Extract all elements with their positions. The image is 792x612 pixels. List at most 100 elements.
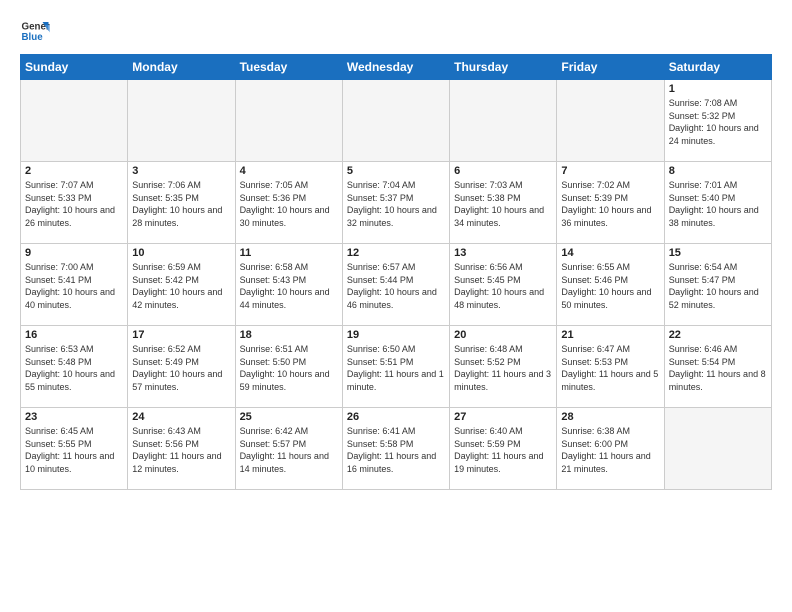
day-number: 10 <box>132 247 230 259</box>
day-number: 22 <box>669 329 767 341</box>
day-info: Sunrise: 6:47 AMSunset: 5:53 PMDaylight:… <box>561 343 659 393</box>
day-number: 25 <box>240 411 338 423</box>
calendar-cell <box>342 80 449 162</box>
day-number: 16 <box>25 329 123 341</box>
day-number: 1 <box>669 83 767 95</box>
logo: General Blue <box>20 16 50 46</box>
calendar-cell: 15 Sunrise: 6:54 AMSunset: 5:47 PMDayligh… <box>664 244 771 326</box>
calendar-cell: 24 Sunrise: 6:43 AMSunset: 5:56 PMDayligh… <box>128 408 235 490</box>
day-info: Sunrise: 6:42 AMSunset: 5:57 PMDaylight:… <box>240 425 338 475</box>
day-info: Sunrise: 6:55 AMSunset: 5:46 PMDaylight:… <box>561 261 659 311</box>
day-number: 12 <box>347 247 445 259</box>
calendar-week-4: 23Sunrise: 6:45 AMSunset: 5:55 PMDayligh… <box>21 408 772 490</box>
svg-text:Blue: Blue <box>22 32 44 43</box>
day-info: Sunrise: 6:41 AMSunset: 5:58 PMDaylight:… <box>347 425 445 475</box>
day-info: Sunrise: 6:50 AMSunset: 5:51 PMDaylight:… <box>347 343 445 393</box>
calendar-cell: 8 Sunrise: 7:01 AMSunset: 5:40 PMDaylight… <box>664 162 771 244</box>
day-info: Sunrise: 7:06 AMSunset: 5:35 PMDaylight:… <box>132 179 230 229</box>
day-number: 6 <box>454 165 552 177</box>
day-info: Sunrise: 6:56 AMSunset: 5:45 PMDaylight:… <box>454 261 552 311</box>
day-number: 19 <box>347 329 445 341</box>
day-info: Sunrise: 6:46 AMSunset: 5:54 PMDaylight:… <box>669 343 767 393</box>
calendar-week-0: 1 Sunrise: 7:08 AMSunset: 5:32 PMDaylight… <box>21 80 772 162</box>
calendar-week-2: 9Sunrise: 7:00 AMSunset: 5:41 PMDaylight… <box>21 244 772 326</box>
calendar-cell: 4 Sunrise: 7:05 AMSunset: 5:36 PMDaylight… <box>235 162 342 244</box>
day-number: 24 <box>132 411 230 423</box>
day-info: Sunrise: 6:59 AMSunset: 5:42 PMDaylight:… <box>132 261 230 311</box>
calendar-cell: 18 Sunrise: 6:51 AMSunset: 5:50 PMDayligh… <box>235 326 342 408</box>
calendar-cell: 21 Sunrise: 6:47 AMSunset: 5:53 PMDayligh… <box>557 326 664 408</box>
calendar-cell: 28 Sunrise: 6:38 AMSunset: 6:00 PMDayligh… <box>557 408 664 490</box>
day-info: Sunrise: 7:04 AMSunset: 5:37 PMDaylight:… <box>347 179 445 229</box>
day-number: 7 <box>561 165 659 177</box>
day-number: 8 <box>669 165 767 177</box>
logo-icon: General Blue <box>20 16 50 46</box>
day-info: Sunrise: 6:51 AMSunset: 5:50 PMDaylight:… <box>240 343 338 393</box>
day-info: Sunrise: 6:48 AMSunset: 5:52 PMDaylight:… <box>454 343 552 393</box>
calendar-cell: 27 Sunrise: 6:40 AMSunset: 5:59 PMDayligh… <box>450 408 557 490</box>
column-header-sunday: Sunday <box>21 55 128 80</box>
day-number: 26 <box>347 411 445 423</box>
column-header-saturday: Saturday <box>664 55 771 80</box>
day-number: 18 <box>240 329 338 341</box>
day-number: 17 <box>132 329 230 341</box>
day-number: 3 <box>132 165 230 177</box>
calendar-week-3: 16 Sunrise: 6:53 AMSunset: 5:48 PMDayligh… <box>21 326 772 408</box>
day-number: 28 <box>561 411 659 423</box>
day-info: Sunrise: 6:43 AMSunset: 5:56 PMDaylight:… <box>132 425 230 475</box>
calendar-cell <box>128 80 235 162</box>
calendar-cell: 6 Sunrise: 7:03 AMSunset: 5:38 PMDaylight… <box>450 162 557 244</box>
day-number: 5 <box>347 165 445 177</box>
day-info: Sunrise: 7:05 AMSunset: 5:36 PMDaylight:… <box>240 179 338 229</box>
column-header-thursday: Thursday <box>450 55 557 80</box>
calendar-cell: 11 Sunrise: 6:58 AMSunset: 5:43 PMDayligh… <box>235 244 342 326</box>
day-number: 4 <box>240 165 338 177</box>
day-number: 13 <box>454 247 552 259</box>
calendar-cell: 26 Sunrise: 6:41 AMSunset: 5:58 PMDayligh… <box>342 408 449 490</box>
calendar-cell <box>235 80 342 162</box>
calendar-cell <box>450 80 557 162</box>
day-number: 20 <box>454 329 552 341</box>
calendar-cell: 3 Sunrise: 7:06 AMSunset: 5:35 PMDaylight… <box>128 162 235 244</box>
day-info: Sunrise: 6:38 AMSunset: 6:00 PMDaylight:… <box>561 425 659 475</box>
calendar-cell: 25 Sunrise: 6:42 AMSunset: 5:57 PMDayligh… <box>235 408 342 490</box>
header: General Blue <box>20 16 772 46</box>
calendar-cell: 16 Sunrise: 6:53 AMSunset: 5:48 PMDayligh… <box>21 326 128 408</box>
day-info: Sunrise: 6:53 AMSunset: 5:48 PMDaylight:… <box>25 343 123 393</box>
calendar: SundayMondayTuesdayWednesdayThursdayFrid… <box>20 54 772 490</box>
column-header-monday: Monday <box>128 55 235 80</box>
day-number: 14 <box>561 247 659 259</box>
calendar-cell <box>21 80 128 162</box>
day-number: 11 <box>240 247 338 259</box>
day-info: Sunrise: 6:40 AMSunset: 5:59 PMDaylight:… <box>454 425 552 475</box>
column-header-friday: Friday <box>557 55 664 80</box>
day-info: Sunrise: 7:03 AMSunset: 5:38 PMDaylight:… <box>454 179 552 229</box>
calendar-cell: 22 Sunrise: 6:46 AMSunset: 5:54 PMDayligh… <box>664 326 771 408</box>
calendar-cell <box>557 80 664 162</box>
day-number: 2 <box>25 165 123 177</box>
day-info: Sunrise: 6:58 AMSunset: 5:43 PMDaylight:… <box>240 261 338 311</box>
calendar-cell: 2 Sunrise: 7:07 AMSunset: 5:33 PMDaylight… <box>21 162 128 244</box>
day-number: 27 <box>454 411 552 423</box>
calendar-cell <box>664 408 771 490</box>
day-info: Sunrise: 7:07 AMSunset: 5:33 PMDaylight:… <box>25 179 123 229</box>
calendar-cell: 13 Sunrise: 6:56 AMSunset: 5:45 PMDayligh… <box>450 244 557 326</box>
day-info: Sunrise: 6:54 AMSunset: 5:47 PMDaylight:… <box>669 261 767 311</box>
day-info: Sunrise: 7:00 AMSunset: 5:41 PMDaylight:… <box>25 261 123 311</box>
day-info: Sunrise: 6:52 AMSunset: 5:49 PMDaylight:… <box>132 343 230 393</box>
calendar-header-row: SundayMondayTuesdayWednesdayThursdayFrid… <box>21 55 772 80</box>
calendar-cell: 17 Sunrise: 6:52 AMSunset: 5:49 PMDayligh… <box>128 326 235 408</box>
calendar-cell: 5 Sunrise: 7:04 AMSunset: 5:37 PMDaylight… <box>342 162 449 244</box>
calendar-cell: 7Sunrise: 7:02 AMSunset: 5:39 PMDaylight… <box>557 162 664 244</box>
day-info: Sunrise: 6:57 AMSunset: 5:44 PMDaylight:… <box>347 261 445 311</box>
calendar-cell: 19 Sunrise: 6:50 AMSunset: 5:51 PMDayligh… <box>342 326 449 408</box>
day-number: 15 <box>669 247 767 259</box>
day-info: Sunrise: 7:08 AMSunset: 5:32 PMDaylight:… <box>669 97 767 147</box>
page: General Blue SundayMondayTuesdayWednesda… <box>0 0 792 612</box>
day-number: 21 <box>561 329 659 341</box>
column-header-tuesday: Tuesday <box>235 55 342 80</box>
calendar-cell: 23Sunrise: 6:45 AMSunset: 5:55 PMDayligh… <box>21 408 128 490</box>
calendar-cell: 14 Sunrise: 6:55 AMSunset: 5:46 PMDayligh… <box>557 244 664 326</box>
day-info: Sunrise: 7:01 AMSunset: 5:40 PMDaylight:… <box>669 179 767 229</box>
calendar-cell: 12 Sunrise: 6:57 AMSunset: 5:44 PMDayligh… <box>342 244 449 326</box>
